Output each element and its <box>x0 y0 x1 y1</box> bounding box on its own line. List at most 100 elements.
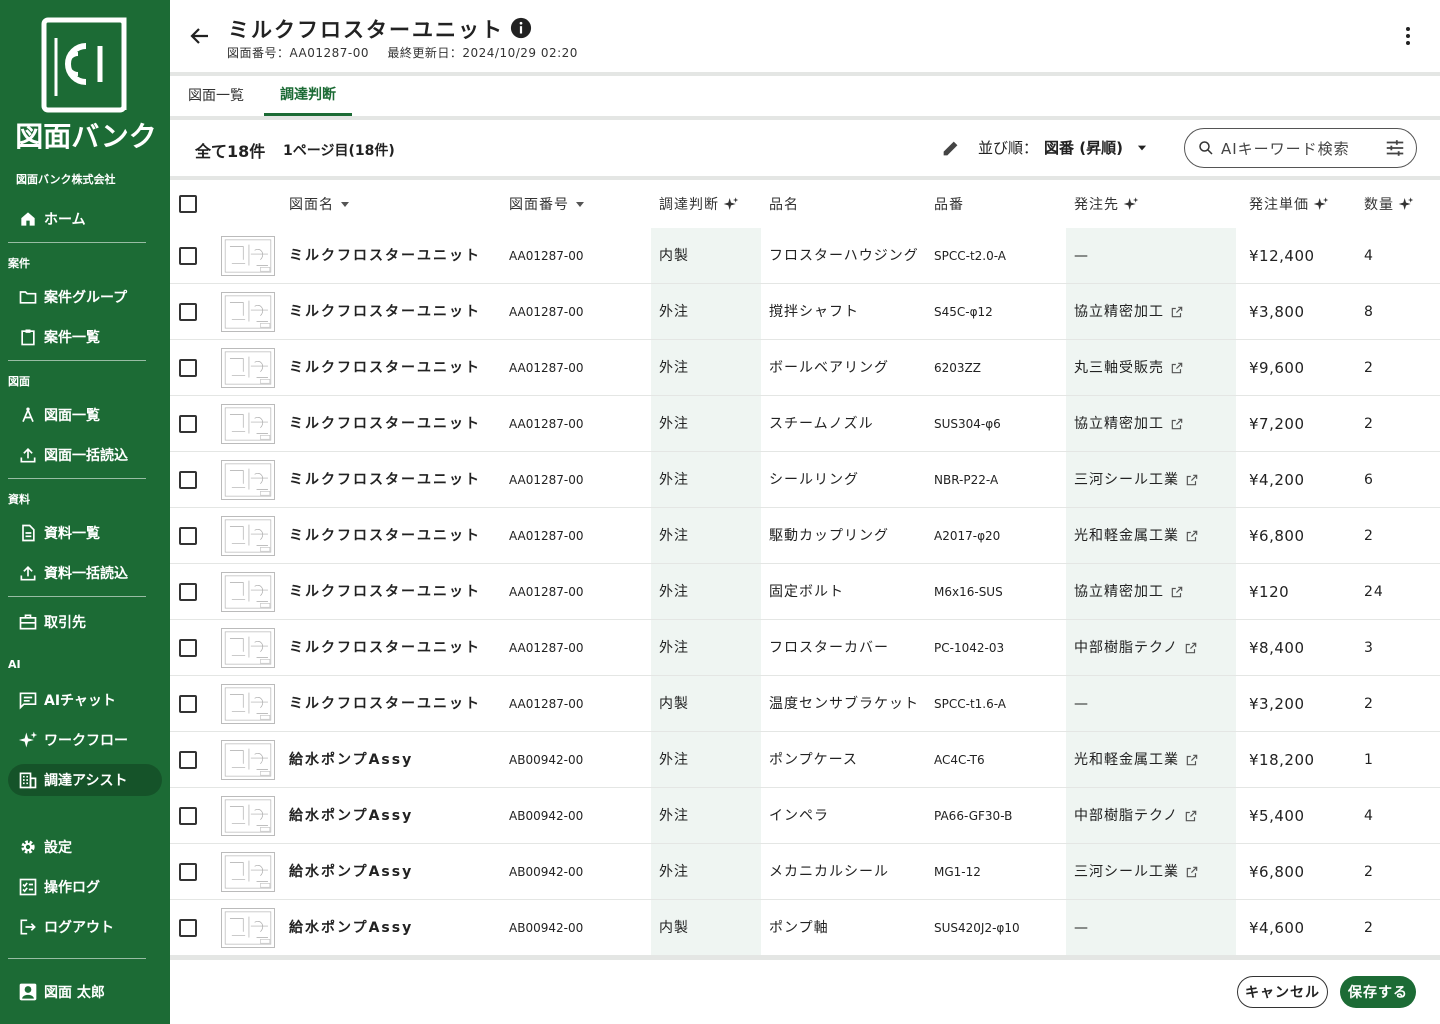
row-checkbox[interactable] <box>179 471 197 489</box>
table-row[interactable]: 給水ポンプAssy AB00942-00 内製 ポンプ軸 SUS420J2-φ10 — ¥4… <box>170 900 1440 956</box>
vendor-cell[interactable]: 光和軽金属工業 <box>1074 732 1199 788</box>
table-row[interactable]: ミルクフロスターユニット AA01287-00 内製 温度センサブラケット SPCC-t… <box>170 676 1440 732</box>
nav-drawing-bulk[interactable]: 図面一括読込 <box>8 439 162 471</box>
drawing-thumbnail[interactable] <box>221 348 275 388</box>
back-arrow-icon[interactable] <box>188 24 212 48</box>
table-row[interactable]: 給水ポンプAssy AB00942-00 外注 インペラ PA66-GF30-B 中部樹脂… <box>170 788 1440 844</box>
row-checkbox[interactable] <box>179 751 197 769</box>
cancel-button[interactable]: キャンセル <box>1237 976 1328 1008</box>
table-row[interactable]: ミルクフロスターユニット AA01287-00 外注 駆動カップリング A2017-φ2… <box>170 508 1440 564</box>
nav-log[interactable]: 操作ログ <box>8 871 162 903</box>
select-all-checkbox[interactable] <box>179 195 197 213</box>
drawing-thumbnail[interactable] <box>221 460 275 500</box>
tab-drawing-list[interactable]: 図面一覧 <box>172 76 260 116</box>
drawing-thumbnail[interactable] <box>221 516 275 556</box>
nav-case-group[interactable]: 案件グループ <box>8 281 162 313</box>
vendor-cell[interactable]: 中部樹脂テクノ <box>1074 620 1198 676</box>
table-row[interactable]: ミルクフロスターユニット AA01287-00 外注 スチームノズル SUS304-φ6… <box>170 396 1440 452</box>
nav-material-bulk[interactable]: 資料一括読込 <box>8 557 162 589</box>
drawing-thumbnail[interactable] <box>221 852 275 892</box>
table-row[interactable]: ミルクフロスターユニット AA01287-00 外注 シールリング NBR-P22-A 三… <box>170 452 1440 508</box>
procurement-decision[interactable]: 外注 <box>659 340 689 396</box>
column-header-price[interactable]: 発注単価 <box>1249 194 1329 214</box>
procurement-decision[interactable]: 外注 <box>659 788 689 844</box>
row-checkbox[interactable] <box>179 863 197 881</box>
row-checkbox[interactable] <box>179 919 197 937</box>
more-vert-icon[interactable] <box>1396 24 1420 48</box>
nav-case-list[interactable]: 案件一覧 <box>8 321 162 353</box>
row-checkbox[interactable] <box>179 415 197 433</box>
procurement-decision[interactable]: 外注 <box>659 508 689 564</box>
procurement-decision[interactable]: 外注 <box>659 284 689 340</box>
row-checkbox[interactable] <box>179 303 197 321</box>
vendor-cell[interactable]: 協立精密加工 <box>1074 284 1184 340</box>
drawing-thumbnail[interactable] <box>221 628 275 668</box>
nav-procurement[interactable]: 調達アシスト <box>8 764 162 796</box>
vendor-cell[interactable]: 協立精密加工 <box>1074 396 1184 452</box>
row-checkbox[interactable] <box>179 247 197 265</box>
column-header-number[interactable]: 図面番号 <box>509 194 585 214</box>
drawing-thumbnail[interactable] <box>221 404 275 444</box>
nav-settings[interactable]: 設定 <box>8 831 162 863</box>
row-checkbox[interactable] <box>179 807 197 825</box>
user-profile[interactable]: 図面 太郎 <box>8 976 162 1008</box>
user-name: 図面 太郎 <box>44 985 105 1001</box>
drawing-thumbnail[interactable] <box>221 684 275 724</box>
vendor-cell[interactable]: 協立精密加工 <box>1074 564 1184 620</box>
procurement-decision[interactable]: 外注 <box>659 452 689 508</box>
table-row[interactable]: ミルクフロスターユニット AA01287-00 外注 撹拌シャフト S45C-φ12 協立… <box>170 284 1440 340</box>
gear-icon <box>18 837 38 857</box>
drawing-thumbnail[interactable] <box>221 572 275 612</box>
table-row[interactable]: ミルクフロスターユニット AA01287-00 外注 フロスターカバー PC-1042-… <box>170 620 1440 676</box>
drawing-thumbnail[interactable] <box>221 292 275 332</box>
procurement-decision[interactable]: 外注 <box>659 844 689 900</box>
column-header-partno[interactable]: 品番 <box>934 194 964 214</box>
procurement-decision[interactable]: 外注 <box>659 620 689 676</box>
procurement-decision[interactable]: 外注 <box>659 564 689 620</box>
column-header-name[interactable]: 図面名 <box>289 194 350 214</box>
sort-dropdown[interactable]: 並び順： 図番 (昇順) <box>978 137 1149 158</box>
filter-sliders-icon[interactable] <box>1384 137 1406 159</box>
table-row[interactable]: 給水ポンプAssy AB00942-00 外注 ポンプケース AC4C-T6 光和軽金属工… <box>170 732 1440 788</box>
row-checkbox[interactable] <box>179 359 197 377</box>
nav-workflow[interactable]: ワークフロー <box>8 724 162 756</box>
procurement-decision[interactable]: 内製 <box>659 900 689 956</box>
procurement-decision[interactable]: 内製 <box>659 228 689 284</box>
row-checkbox[interactable] <box>179 527 197 545</box>
drawing-thumbnail[interactable] <box>221 236 275 276</box>
procurement-decision[interactable]: 外注 <box>659 732 689 788</box>
column-header-vendor[interactable]: 発注先 <box>1074 194 1139 214</box>
edit-pencil-icon[interactable] <box>940 137 962 159</box>
table-row[interactable]: 給水ポンプAssy AB00942-00 外注 メカニカルシール MG1-12 三河シール… <box>170 844 1440 900</box>
vendor-cell[interactable]: 三河シール工業 <box>1074 452 1199 508</box>
vendor-cell[interactable]: 中部樹脂テクノ <box>1074 788 1198 844</box>
drawing-thumbnail[interactable] <box>221 908 275 948</box>
save-button[interactable]: 保存する <box>1340 976 1416 1008</box>
vendor-cell[interactable]: 光和軽金属工業 <box>1074 508 1199 564</box>
nav-partners[interactable]: 取引先 <box>8 606 162 638</box>
column-header-part[interactable]: 品名 <box>769 194 799 214</box>
table-row[interactable]: ミルクフロスターユニット AA01287-00 外注 固定ボルト M6x16-SUS 協立… <box>170 564 1440 620</box>
nav-logout[interactable]: ログアウト <box>8 911 162 943</box>
procurement-decision[interactable]: 内製 <box>659 676 689 732</box>
tab-procurement-decision[interactable]: 調達判断 <box>264 76 352 116</box>
drawing-thumbnail[interactable] <box>221 740 275 780</box>
column-header-qty[interactable]: 数量 <box>1364 194 1414 214</box>
column-header-decision[interactable]: 調達判断 <box>659 194 739 214</box>
row-checkbox[interactable] <box>179 695 197 713</box>
row-checkbox[interactable] <box>179 639 197 657</box>
procurement-decision[interactable]: 外注 <box>659 396 689 452</box>
nav-home[interactable]: ホーム <box>8 203 162 235</box>
table-row[interactable]: ミルクフロスターユニット AA01287-00 内製 フロスターハウジング SPCC-t… <box>170 228 1440 284</box>
ai-keyword-search[interactable]: AIキーワード検索 <box>1184 128 1417 168</box>
table-row[interactable]: ミルクフロスターユニット AA01287-00 外注 ボールベアリング 6203ZZ 丸三… <box>170 340 1440 396</box>
drawing-thumbnail[interactable] <box>221 796 275 836</box>
nav-ai-chat[interactable]: AIチャット <box>8 684 162 716</box>
row-checkbox[interactable] <box>179 583 197 601</box>
nav-drawing-list[interactable]: 図面一覧 <box>8 399 162 431</box>
vendor-cell[interactable]: 三河シール工業 <box>1074 844 1199 900</box>
vendor-cell[interactable]: 丸三軸受販売 <box>1074 340 1184 396</box>
drawing-number: AA01287-00 <box>509 249 584 263</box>
info-icon[interactable] <box>510 17 532 39</box>
nav-material-list[interactable]: 資料一覧 <box>8 517 162 549</box>
